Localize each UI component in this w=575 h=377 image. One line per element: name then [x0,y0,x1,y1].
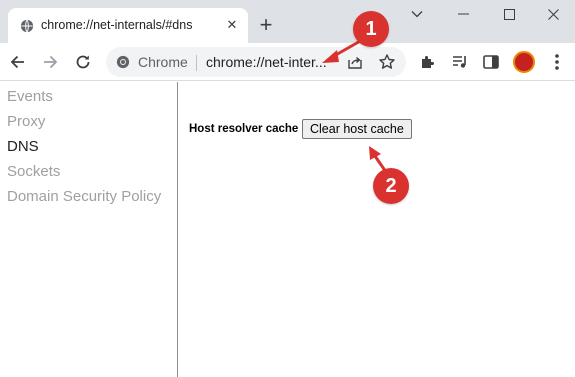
step-1-callout: 1 [353,11,389,47]
net-internals-sidebar: Events Proxy DNS Sockets Domain Security… [0,82,178,377]
back-arrow-icon[interactable] [8,52,28,72]
host-resolver-cache-label: Host resolver cache [189,123,299,135]
tab-search-chevron-icon[interactable] [395,2,439,26]
omnibox[interactable]: Chrome chrome://net-inter... [106,47,406,77]
forward-arrow-icon[interactable] [40,52,60,72]
tab-title: chrome://net-internals/#dns [41,18,193,32]
extensions-puzzle-icon[interactable] [419,53,437,71]
bookmark-star-icon[interactable] [378,53,396,71]
minimize-button[interactable] [441,2,485,26]
dns-panel: Host resolver cache Clear host cache [179,82,575,377]
menu-dots-icon[interactable] [549,52,565,72]
site-chip-label: Chrome [138,54,188,70]
close-window-button[interactable] [531,2,575,26]
clear-host-cache-button[interactable]: Clear host cache [302,119,412,139]
sidebar-item-sockets[interactable]: Sockets [7,163,60,180]
tab-strip: chrome://net-internals/#dns ✕ + [0,0,575,43]
omnibox-url[interactable]: chrome://net-inter... [206,54,327,70]
new-tab-button[interactable]: + [256,14,276,36]
maximize-button[interactable] [487,2,531,26]
media-control-icon[interactable] [451,53,469,71]
share-icon[interactable] [347,54,363,70]
tab-close-icon[interactable]: ✕ [224,17,240,33]
browser-tab[interactable]: chrome://net-internals/#dns ✕ [8,8,248,43]
side-panel-icon[interactable] [482,53,500,71]
profile-avatar[interactable] [513,51,535,73]
sidebar-item-domain-security-policy[interactable]: Domain Security Policy [7,188,161,205]
sidebar-item-dns[interactable]: DNS [7,138,39,155]
sidebar-item-events[interactable]: Events [7,88,53,105]
globe-icon [20,19,34,33]
chrome-logo-icon [116,55,130,69]
omnibox-divider [196,55,197,71]
step-2-callout: 2 [373,168,409,204]
sidebar-item-proxy[interactable]: Proxy [7,113,45,130]
browser-toolbar: Chrome chrome://net-inter... [0,43,575,81]
reload-icon[interactable] [73,52,93,72]
